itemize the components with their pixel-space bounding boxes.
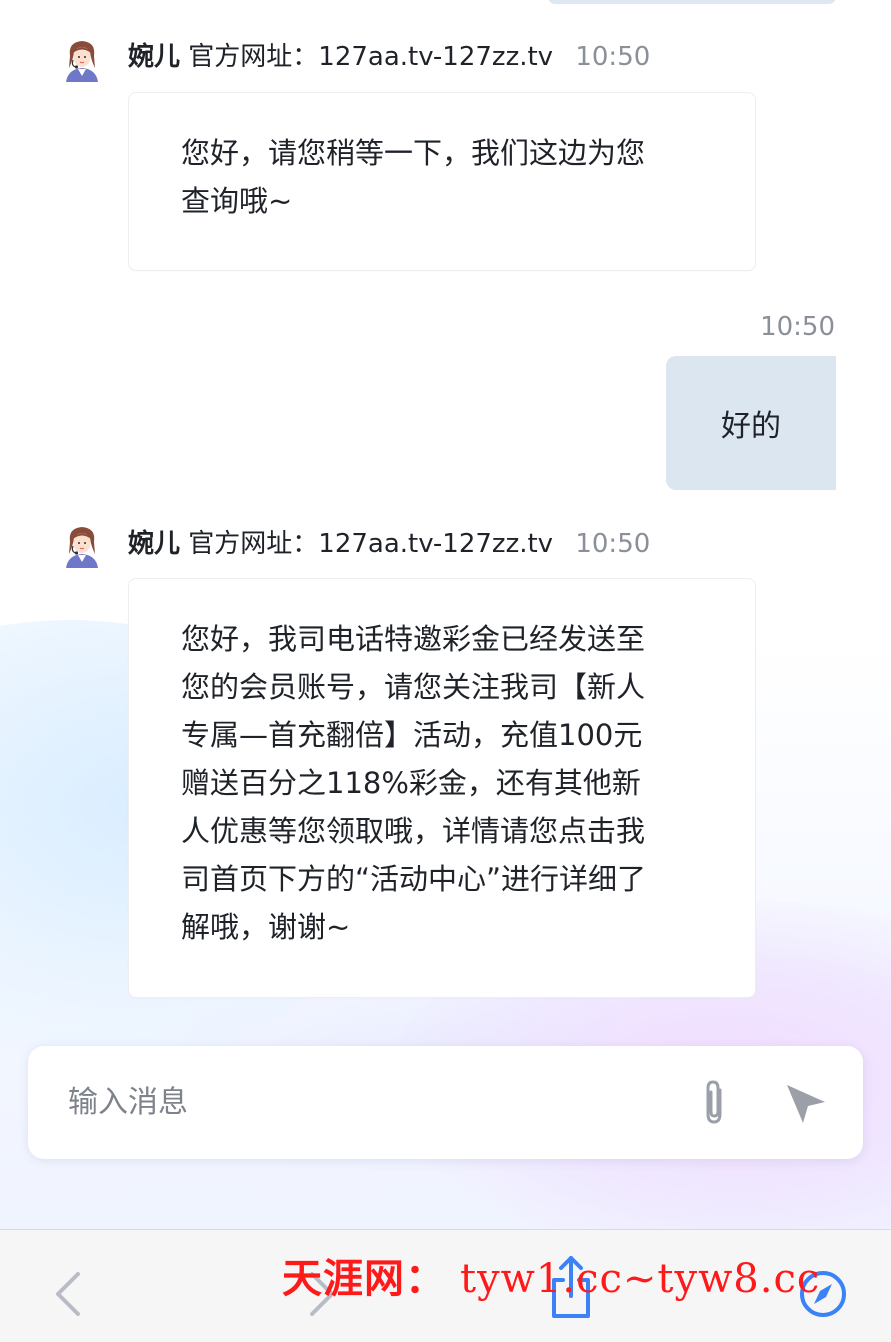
agent-avatar-icon <box>66 527 98 568</box>
back-arrow-icon[interactable] <box>44 1266 94 1322</box>
send-icon[interactable] <box>784 1082 828 1126</box>
watermark-label: 天涯网： <box>282 1255 446 1302</box>
message-input[interactable]: 输入消息 <box>68 1046 188 1159</box>
paperclip-icon[interactable] <box>696 1076 732 1128</box>
sender-url: 官方网址：127aa.tv-127zz.tv <box>188 42 554 72</box>
message-input-bar[interactable]: 输入消息 <box>28 1046 863 1159</box>
message-time: 10:50 <box>575 529 651 559</box>
sender-name: 婉儿 <box>128 529 181 559</box>
agent-message-bubble: 您好，请您稍等一下，我们这边为您 查询哦~ <box>128 92 756 271</box>
user-message-bubble: 好的 <box>666 356 836 490</box>
watermark-urls: tyw1.cc~tyw8.cc <box>460 1256 821 1302</box>
sender-line: 婉儿 官方网址：127aa.tv-127zz.tv 10:50 <box>128 527 650 561</box>
sender-name: 婉儿 <box>128 42 181 72</box>
previous-message-bubble <box>548 0 836 4</box>
user-message-time: 10:50 <box>760 312 835 342</box>
message-time: 10:50 <box>575 42 651 72</box>
watermark: 天涯网： tyw1.cc~tyw8.cc <box>282 1246 820 1304</box>
agent-message-bubble: 您好，我司电话特邀彩金已经发送至 您的会员账号，请您关注我司【新人 专属—首充翻… <box>128 578 756 998</box>
agent-avatar-icon <box>66 41 98 82</box>
sender-url: 官方网址：127aa.tv-127zz.tv <box>188 529 554 559</box>
sender-line: 婉儿 官方网址：127aa.tv-127zz.tv 10:50 <box>128 40 650 74</box>
